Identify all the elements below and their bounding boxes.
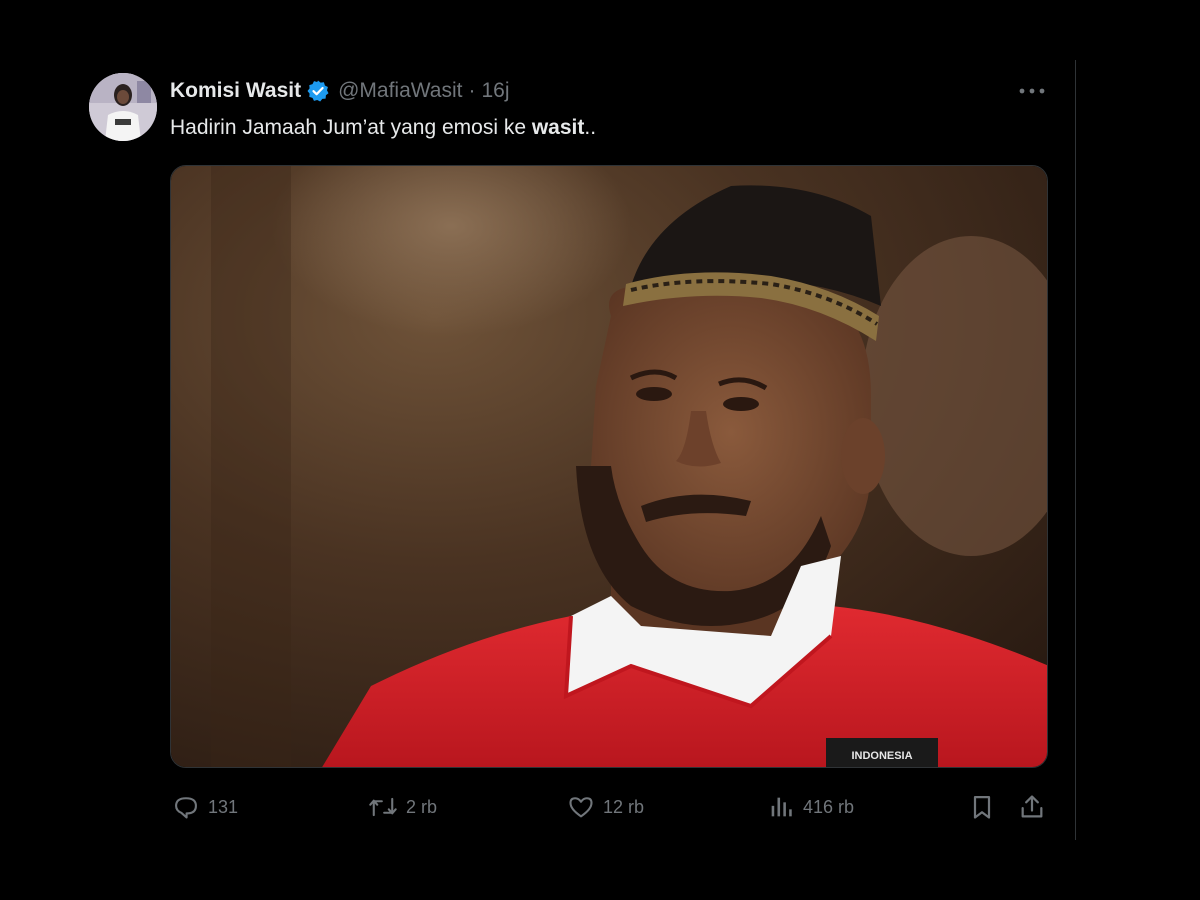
like-count: 12 rb <box>603 796 645 817</box>
views-button[interactable]: 416 rb <box>767 790 854 824</box>
retweet-button[interactable]: 2 rb <box>368 790 437 824</box>
reply-icon <box>172 793 200 821</box>
tweet-time[interactable]: 16j <box>481 79 509 103</box>
display-name[interactable]: Komisi Wasit <box>170 79 301 103</box>
user-handle[interactable]: @MafiaWasit <box>338 79 462 103</box>
tweet-page: Komisi Wasit @MafiaWasit · 16j Hadirin J… <box>0 0 1200 900</box>
tweet-text: Hadirin Jamaah Jum’at yang emosi ke wasi… <box>170 116 596 140</box>
retweet-count: 2 rb <box>406 796 438 817</box>
column-divider <box>1075 60 1076 840</box>
tweet-header: Komisi Wasit @MafiaWasit · 16j <box>170 76 510 106</box>
verified-badge-icon <box>306 79 330 103</box>
meme-photo: INDONESIA <box>171 166 1047 767</box>
retweet-icon <box>368 793 398 821</box>
reply-button[interactable]: 131 <box>172 790 238 824</box>
views-count: 416 rb <box>803 796 855 817</box>
tweet-text-plain: Hadirin Jamaah Jum’at yang emosi ke <box>170 116 532 139</box>
tweet-text-tail: .. <box>584 116 597 139</box>
share-button[interactable] <box>1018 790 1046 824</box>
more-dots-icon[interactable] <box>1016 80 1048 102</box>
jersey-badge-text: INDONESIA <box>851 750 912 762</box>
separator-dot: · <box>468 79 476 102</box>
avatar[interactable] <box>89 73 157 141</box>
tweet-actions-bar: 131 2 rb 12 rb 416 rb <box>170 790 1048 824</box>
heart-icon <box>567 793 595 821</box>
bookmark-button[interactable] <box>968 790 996 824</box>
views-chart-icon <box>767 793 795 821</box>
like-button[interactable]: 12 rb <box>567 790 644 824</box>
bookmark-icon <box>968 793 996 821</box>
tweet-text-bold: wasit <box>531 116 585 139</box>
share-icon <box>1018 793 1046 821</box>
reply-count: 131 <box>208 796 239 817</box>
tweet-media-image[interactable]: INDONESIA <box>170 165 1048 768</box>
